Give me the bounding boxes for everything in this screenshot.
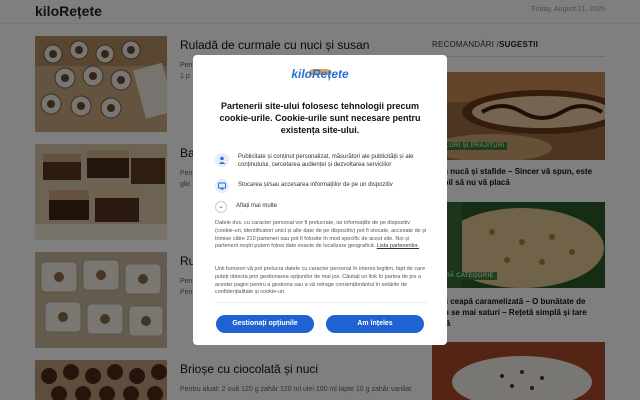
manage-options-button[interactable]: Gestionați opțiunile: [216, 315, 314, 333]
consent-logo: kiloRețete: [291, 67, 349, 81]
consent-purpose-text: Stocarea și/sau accesarea informațiilor …: [238, 182, 393, 188]
device-storage-icon: [215, 179, 229, 193]
consent-description: Datele dvs. cu caracter personal vor fi …: [215, 220, 427, 251]
divider: [215, 302, 427, 303]
consent-title: Partenerii site-ului folosesc tehnologii…: [219, 101, 421, 135]
learn-more-label[interactable]: Aflați mai multe: [236, 203, 277, 209]
consent-purpose-text: Publicitate și conținut personalizat, mă…: [238, 154, 414, 168]
people-icon: [215, 153, 229, 167]
chevron-down-icon[interactable]: ⌄: [215, 201, 227, 213]
cookie-consent-dialog: kiloRețete Partenerii site-ului folosesc…: [193, 55, 447, 345]
accept-button[interactable]: Am înțeles: [326, 315, 424, 333]
legitimate-interest-text: Unii furnizori vă pot prelucra datele cu…: [215, 266, 426, 296]
partners-list-link[interactable]: Lista partenerilor.: [377, 243, 419, 249]
